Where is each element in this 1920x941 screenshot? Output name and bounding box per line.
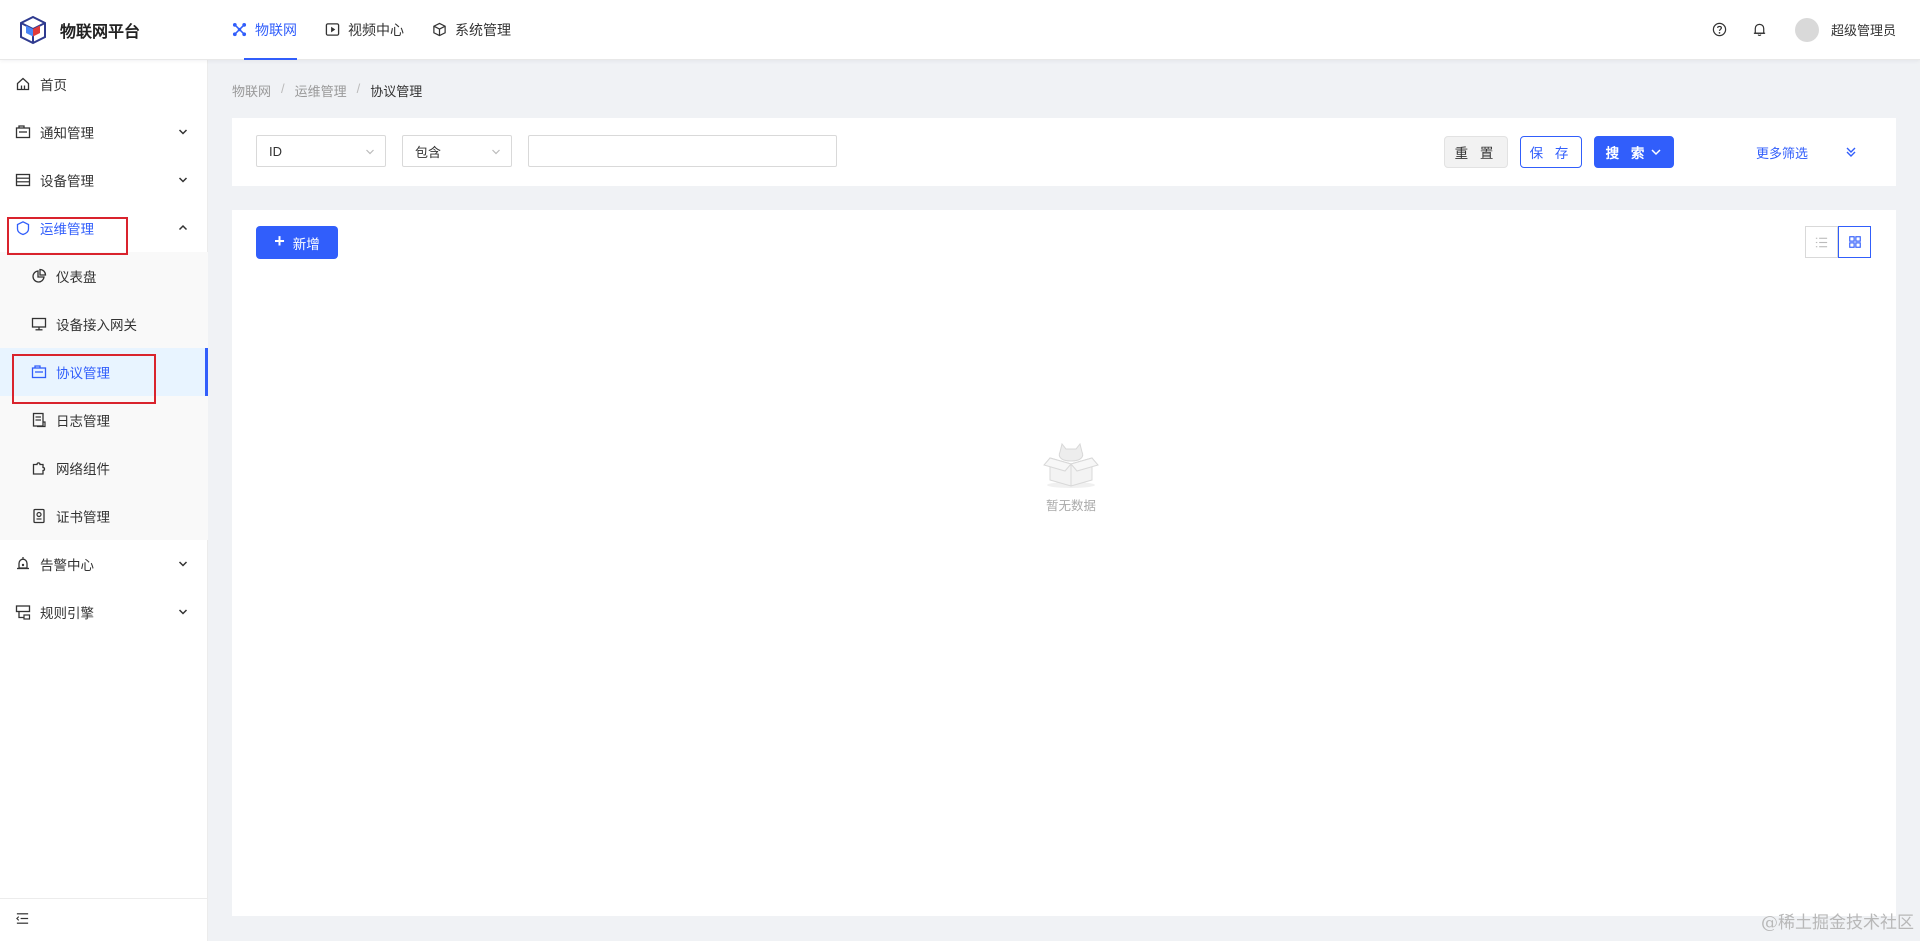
view-toggle bbox=[1805, 226, 1871, 258]
double-chevron-down-icon[interactable] bbox=[1844, 145, 1858, 159]
logo[interactable]: 物联网平台 bbox=[0, 15, 232, 45]
sidebar-item-label: 告警中心 bbox=[40, 558, 94, 573]
watermark: @稀土掘金技术社区 bbox=[1761, 913, 1914, 933]
sidebar-item-network-components[interactable]: 网络组件 bbox=[0, 444, 208, 492]
rule-icon bbox=[15, 604, 31, 620]
breadcrumb: 物联网 / 运维管理 / 协议管理 bbox=[232, 81, 422, 100]
reset-button[interactable]: 重 置 bbox=[1444, 136, 1508, 168]
notice-icon bbox=[15, 124, 31, 140]
breadcrumb-item-current: 协议管理 bbox=[370, 84, 423, 99]
sidebar-item-alarm-center[interactable]: 告警中心 bbox=[0, 540, 208, 588]
chevron-down-icon bbox=[492, 149, 500, 155]
log-file-icon bbox=[31, 412, 47, 428]
sidebar-item-dashboard[interactable]: 仪表盘 bbox=[0, 252, 208, 300]
empty-text: 暂无数据 bbox=[1045, 499, 1096, 513]
protocol-icon bbox=[31, 364, 47, 380]
sidebar-item-label: 运维管理 bbox=[40, 222, 94, 237]
plus-icon: + bbox=[274, 231, 285, 251]
search-button[interactable]: 搜 索 bbox=[1594, 136, 1674, 168]
breadcrumb-separator: / bbox=[356, 81, 361, 96]
sidebar-item-label: 仪表盘 bbox=[56, 270, 97, 285]
sidebar: 首页 通知管理 设备管理 运维管理 仪表盘 设备接入网关 协议管理 日志管理 网… bbox=[0, 60, 208, 941]
grid-icon bbox=[1848, 236, 1861, 248]
header-actions: 超级管理员 bbox=[1689, 17, 1920, 42]
field-select[interactable]: ID bbox=[256, 135, 386, 167]
monitor-icon bbox=[31, 316, 47, 332]
tab-video-center[interactable]: 视频中心 bbox=[325, 0, 404, 60]
sidebar-item-label: 首页 bbox=[40, 78, 67, 93]
more-filter-link[interactable]: 更多筛选 bbox=[1756, 143, 1808, 162]
pie-chart-icon bbox=[31, 268, 47, 284]
sidebar-item-ops-management[interactable]: 运维管理 bbox=[0, 204, 208, 252]
sidebar-item-label: 设备管理 bbox=[40, 174, 94, 189]
top-nav: 物联网 视频中心 系统管理 bbox=[232, 0, 539, 60]
empty-state: 暂无数据 bbox=[1031, 434, 1111, 514]
chevron-down-icon bbox=[1651, 149, 1661, 156]
filter-bar: ID 包含 重 置 保 存 搜 索 更多筛选 bbox=[232, 118, 1896, 186]
chevron-down-icon bbox=[178, 607, 188, 617]
video-play-icon bbox=[325, 23, 340, 36]
content-panel: + 新增 暂无数据 bbox=[232, 210, 1896, 916]
breadcrumb-item-iot[interactable]: 物联网 bbox=[232, 81, 271, 100]
sidebar-item-device-gateway[interactable]: 设备接入网关 bbox=[0, 300, 208, 348]
system-cube-icon bbox=[433, 22, 446, 37]
sidebar-item-label: 设备接入网关 bbox=[56, 318, 137, 333]
home-icon bbox=[15, 76, 31, 92]
list-view-button[interactable] bbox=[1805, 226, 1838, 258]
avatar[interactable] bbox=[1794, 17, 1819, 42]
bell-icon[interactable] bbox=[1751, 21, 1769, 39]
top-header: 物联网平台 物联网 视频中心 系统管理 超级管理员 bbox=[0, 0, 1920, 60]
breadcrumb-item-ops[interactable]: 运维管理 bbox=[295, 81, 347, 100]
grid-view-button[interactable] bbox=[1838, 226, 1871, 258]
list-icon bbox=[1815, 237, 1828, 247]
username[interactable]: 超级管理员 bbox=[1831, 20, 1896, 39]
menu-fold-icon bbox=[15, 911, 30, 929]
chevron-down-icon bbox=[178, 127, 188, 137]
sidebar-item-label: 证书管理 bbox=[56, 510, 110, 525]
sidebar-item-label: 网络组件 bbox=[56, 462, 110, 477]
sidebar-item-label: 通知管理 bbox=[40, 126, 94, 141]
sidebar-item-certificate-management[interactable]: 证书管理 bbox=[0, 492, 208, 540]
sidebar-item-rule-engine[interactable]: 规则引擎 bbox=[0, 588, 208, 636]
sidebar-item-label: 协议管理 bbox=[56, 366, 110, 381]
sidebar-item-protocol-management[interactable]: 协议管理 bbox=[0, 348, 208, 396]
shield-icon bbox=[15, 220, 31, 236]
breadcrumb-separator: / bbox=[281, 81, 285, 96]
sidebar-item-label: 日志管理 bbox=[56, 414, 110, 429]
sidebar-item-home[interactable]: 首页 bbox=[0, 60, 208, 108]
sidebar-collapse-button[interactable] bbox=[0, 898, 208, 941]
sidebar-item-notice-management[interactable]: 通知管理 bbox=[0, 108, 208, 156]
tab-iot[interactable]: 物联网 bbox=[232, 0, 297, 60]
field-select-value: ID bbox=[269, 143, 282, 159]
add-button-label: 新增 bbox=[292, 236, 320, 252]
cube-logo-icon bbox=[20, 15, 46, 44]
chevron-down-icon bbox=[178, 559, 188, 569]
device-icon bbox=[15, 172, 31, 188]
tab-system-management[interactable]: 系统管理 bbox=[432, 0, 511, 60]
chevron-down-icon bbox=[366, 149, 374, 155]
alarm-icon bbox=[15, 556, 31, 572]
operator-select-value: 包含 bbox=[415, 144, 442, 160]
sidebar-item-log-management[interactable]: 日志管理 bbox=[0, 396, 208, 444]
operator-select[interactable]: 包含 bbox=[402, 135, 512, 167]
puzzle-icon bbox=[31, 460, 47, 476]
search-input[interactable] bbox=[528, 135, 837, 167]
help-icon[interactable] bbox=[1711, 21, 1729, 39]
search-button-label: 搜 索 bbox=[1605, 146, 1649, 161]
chevron-down-icon bbox=[178, 175, 188, 185]
certificate-icon bbox=[31, 508, 47, 524]
chevron-up-icon bbox=[178, 223, 188, 233]
empty-box-icon bbox=[1043, 442, 1099, 488]
add-button[interactable]: + 新增 bbox=[256, 226, 338, 259]
app-title: 物联网平台 bbox=[60, 23, 141, 41]
sidebar-item-device-management[interactable]: 设备管理 bbox=[0, 156, 208, 204]
sidebar-item-label: 规则引擎 bbox=[40, 606, 94, 621]
tab-iot-label: 物联网 bbox=[255, 21, 297, 38]
tab-video-center-label: 视频中心 bbox=[348, 21, 404, 38]
tab-system-management-label: 系统管理 bbox=[455, 21, 511, 38]
iot-icon bbox=[232, 22, 247, 37]
save-button[interactable]: 保 存 bbox=[1520, 136, 1582, 168]
